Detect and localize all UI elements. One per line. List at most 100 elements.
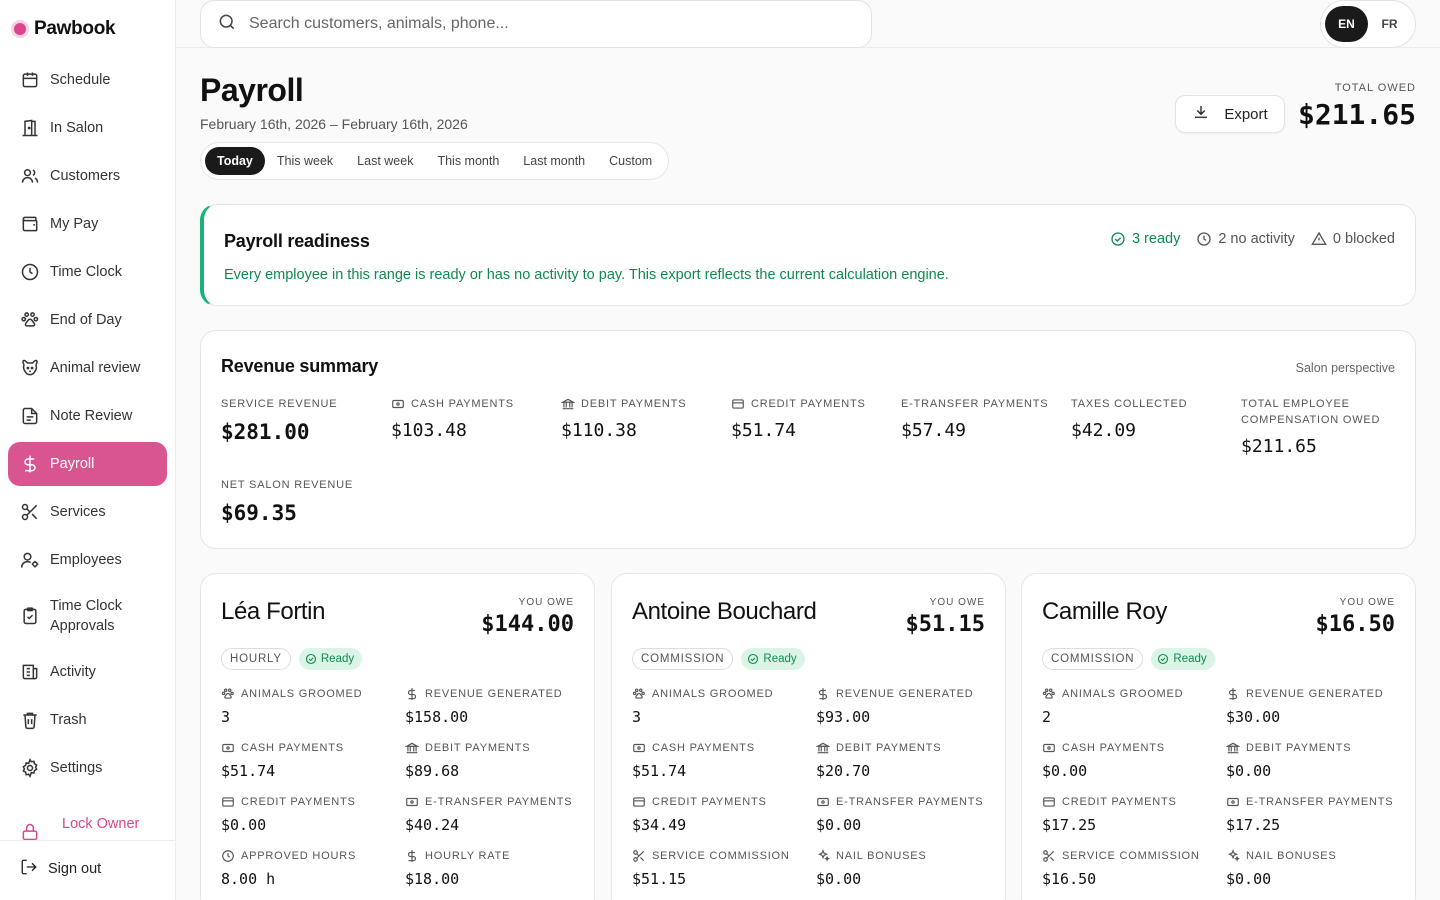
sign-out-icon [20,858,38,880]
employee-badges: COMMISSION Ready [1042,648,1215,670]
credit-card-icon [632,795,646,809]
sidebar-item-employees[interactable]: Employees [8,538,167,582]
sidebar-divider [0,840,176,841]
brand-dot-icon [14,23,26,35]
sidebar-item-settings[interactable]: Settings [8,746,167,790]
bank-icon [1226,741,1240,755]
search-input[interactable] [249,15,809,33]
employee-metric: ANIMALS GROOMED 3 [632,688,774,726]
sidebar-item-time-clock-approvals[interactable]: Time Clock Approvals [8,586,167,646]
page-title: Payroll [200,72,304,108]
brand-logo[interactable]: Pawbook [14,18,116,40]
payroll-readiness-card: Payroll readiness 3 ready 2 no activity … [200,204,1416,306]
metric-net-salon-revenue: NET SALON REVENUE $69.35 [221,479,353,525]
employee-metric: NAIL BONUSES $0.00 [816,849,927,888]
user-cog-icon [20,550,40,570]
bank-icon [561,398,575,410]
door-icon [20,118,40,138]
gear-icon [20,757,40,779]
employee-metric: REVENUE GENERATED $30.00 [1226,687,1384,726]
brand-name: Pawbook [34,18,116,39]
you-owe-label: YOU OWE [929,597,985,608]
sidebar-item-payroll[interactable]: Payroll [8,442,167,486]
employee-metric: CASH PAYMENTS $0.00 [1042,741,1165,780]
employee-metric: REVENUE GENERATED $93.00 [816,688,974,726]
metric-debit-payments: DEBIT PAYMENTS $110.38 [561,398,687,441]
tab-last-month[interactable]: Last month [511,147,597,175]
revenue-perspective: Salon perspective [1295,361,1395,375]
sidebar-item-trash[interactable]: Trash [8,698,167,742]
cash-icon [1042,741,1056,755]
trash-icon [20,710,40,730]
lang-en-button[interactable]: EN [1325,6,1368,42]
export-button[interactable]: Export [1175,95,1285,133]
employee-metric: HOURLY RATE $18.00 [405,849,511,888]
employee-badges: COMMISSION Ready [632,648,805,670]
employee-name: Léa Fortin [221,598,326,625]
clipboard-check-icon [20,606,40,626]
employee-metric: CREDIT PAYMENTS $34.49 [632,795,767,834]
you-owe-value: $51.15 [905,612,985,637]
tab-today[interactable]: Today [205,147,265,175]
pay-type-badge: HOURLY [221,648,291,670]
employee-card-camille-roy[interactable]: Camille Roy YOU OWE $16.50 COMMISSION Re… [1021,573,1416,900]
paw-icon [20,310,40,330]
sidebar-item-my-pay[interactable]: My Pay [8,202,167,246]
employee-metric: E-TRANSFER PAYMENTS $17.25 [1226,796,1394,834]
lock-owner-button[interactable]: Lock Owner [20,812,170,841]
employee-metric: E-TRANSFER PAYMENTS $40.24 [405,796,573,834]
scissors-icon [1042,849,1056,863]
top-bar: EN FR [176,0,1440,48]
warning-icon [1311,231,1327,245]
sidebar-item-time-clock[interactable]: Time Clock [8,250,167,294]
employee-metric: DEBIT PAYMENTS $89.68 [405,742,531,780]
dollar-icon [405,687,419,701]
cash-icon [221,741,235,755]
tab-this-month[interactable]: This month [425,147,511,175]
you-owe-label: YOU OWE [1339,597,1395,608]
you-owe-label: YOU OWE [518,597,574,608]
metric-cash-payments: CASH PAYMENTS $103.48 [391,398,514,441]
sidebar-item-customers[interactable]: Customers [8,154,167,198]
dollar-icon [1226,687,1240,701]
check-circle-icon [305,653,316,665]
sidebar-item-note-review[interactable]: Note Review [8,394,167,438]
users-icon [20,166,40,186]
employee-metric: CREDIT PAYMENTS $17.25 [1042,796,1177,834]
language-switcher: EN FR [1320,0,1416,48]
search-box[interactable] [200,0,872,48]
employee-card-lea-fortin[interactable]: Léa Fortin YOU OWE $144.00 HOURLY Ready … [200,573,595,900]
sidebar-item-schedule[interactable]: Schedule [8,58,167,102]
sidebar-item-end-of-day[interactable]: End of Day [8,298,167,342]
employee-metric: REVENUE GENERATED $158.00 [405,687,563,726]
sidebar-item-services[interactable]: Services [8,490,167,534]
sidebar-item-animal-review[interactable]: Animal review [8,346,167,390]
sidebar-item-activity[interactable]: Activity [8,650,167,694]
tab-this-week[interactable]: This week [265,147,345,175]
sign-out-button[interactable]: Sign out [20,858,101,880]
tab-custom[interactable]: Custom [597,147,664,175]
note-icon [20,406,40,426]
clock-icon [1197,232,1212,246]
lang-fr-button[interactable]: FR [1368,6,1411,42]
dollar-icon [405,849,419,863]
check-circle-icon [1111,232,1125,246]
employee-card-antoine-bouchard[interactable]: Antoine Bouchard YOU OWE $51.15 COMMISSI… [611,573,1006,900]
credit-card-icon [732,399,744,409]
cash-icon [392,399,404,409]
total-owed-value: $211.65 [1297,98,1416,131]
employee-metric: DEBIT PAYMENTS $0.00 [1226,741,1352,780]
paw-icon [221,687,235,701]
sidebar-nav: Schedule In Salon Customers My Pay Time … [8,58,167,794]
metric-taxes-collected: TAXES COLLECTED $42.09 [1071,398,1188,441]
sidebar-item-in-salon[interactable]: In Salon [8,106,167,150]
metric-total-compensation: TOTAL EMPLOYEE COMPENSATION OWED $211.65 [1241,398,1381,457]
readiness-message: Every employee in this range is ready or… [224,267,949,283]
sparkles-icon [1226,849,1240,863]
sparkles-icon [816,849,830,863]
you-owe-value: $144.00 [481,612,574,637]
pay-type-badge: COMMISSION [632,648,734,670]
sidebar: Pawbook Schedule In Salon Customers My P… [0,0,176,900]
dollar-icon [20,454,40,474]
tab-last-week[interactable]: Last week [345,147,425,175]
